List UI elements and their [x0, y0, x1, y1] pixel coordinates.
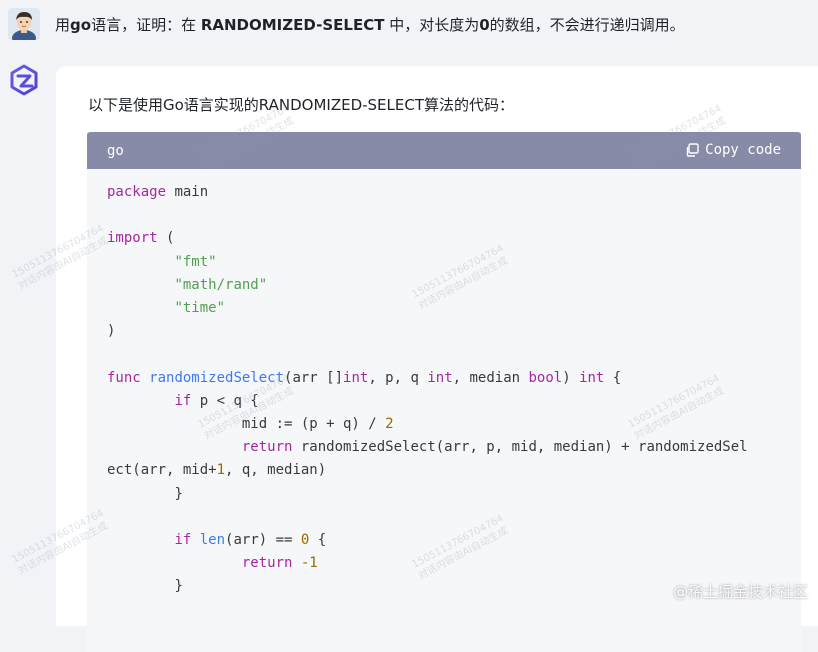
- code-token: ): [562, 369, 580, 386]
- copy-code-button[interactable]: Copy code: [685, 142, 781, 158]
- code-token: , median: [452, 369, 529, 386]
- code-token: }: [174, 485, 183, 502]
- user-message-text: 用go语言，证明：在 RANDOMIZED-SELECT 中，对长度为0的数组，…: [55, 14, 685, 35]
- user-text-go: go: [70, 16, 92, 34]
- code-token: if: [174, 532, 192, 549]
- code-language-label: go: [107, 143, 124, 159]
- code-token: bool: [528, 369, 563, 386]
- code-token: (: [166, 230, 175, 247]
- code-token: p < q {: [191, 392, 259, 409]
- code-token: , q, median): [225, 462, 327, 479]
- code-token: (arr) ==: [225, 532, 301, 549]
- user-text-part: 中，对长度为: [384, 16, 480, 34]
- code-token: {: [604, 369, 622, 386]
- copy-code-label: Copy code: [705, 142, 781, 158]
- code-content: package main import ( "fmt" "math/rand" …: [87, 169, 801, 599]
- code-token: len: [199, 532, 226, 549]
- assistant-avatar: [8, 64, 40, 96]
- site-watermark: @稀土掘金技术社区: [672, 583, 808, 601]
- code-token: int: [427, 369, 453, 386]
- user-message-row: 用go语言，证明：在 RANDOMIZED-SELECT 中，对长度为0的数组，…: [0, 0, 818, 56]
- code-token: 2: [385, 416, 394, 433]
- code-token: main: [174, 184, 209, 200]
- code-token: randomizedSelect: [149, 369, 285, 386]
- code-token: -1: [300, 555, 318, 572]
- code-header: go Copy code: [87, 132, 801, 169]
- user-text-algo: RANDOMIZED-SELECT: [200, 16, 385, 34]
- code-token: , p, q: [368, 369, 428, 386]
- code-block: go Copy code package main import ( "fmt"…: [87, 132, 801, 652]
- code-token: {: [309, 532, 327, 549]
- assistant-intro-text: 以下是使用Go语言实现的RANDOMIZED-SELECT算法的代码：: [88, 96, 515, 114]
- assistant-logo-icon: [10, 64, 38, 96]
- code-token: return: [241, 439, 293, 456]
- code-token: ): [107, 323, 116, 340]
- user-avatar-icon: [8, 8, 40, 40]
- user-text-part: 用: [55, 16, 71, 34]
- code-token: int: [343, 369, 369, 386]
- code-token: func: [107, 369, 141, 386]
- user-text-zero: 0: [479, 16, 490, 34]
- assistant-message: 以下是使用Go语言实现的RANDOMIZED-SELECT算法的代码： go C…: [56, 66, 818, 652]
- code-token: return: [241, 555, 293, 572]
- code-token: if: [174, 392, 192, 409]
- code-token: ect(arr, mid+: [107, 462, 217, 479]
- user-avatar: [8, 8, 40, 40]
- copy-icon: [685, 143, 699, 157]
- code-token: "time": [174, 300, 226, 317]
- code-token: mid := (p + q) /: [241, 416, 386, 433]
- code-token: }: [174, 578, 183, 595]
- code-token: (arr []: [284, 369, 344, 386]
- code-token: package: [107, 184, 167, 200]
- code-token: import: [107, 230, 158, 247]
- code-token: 1: [216, 462, 226, 479]
- code-token: randomizedSelect(arr, p, mid, median) + …: [292, 439, 748, 456]
- code-token: int: [579, 369, 605, 386]
- user-text-part: 语言，证明：在: [91, 16, 201, 34]
- code-token: "fmt": [174, 253, 217, 270]
- user-text-part: 的数组，不会进行递归调用。: [489, 16, 685, 34]
- code-token: "math/rand": [174, 276, 268, 293]
